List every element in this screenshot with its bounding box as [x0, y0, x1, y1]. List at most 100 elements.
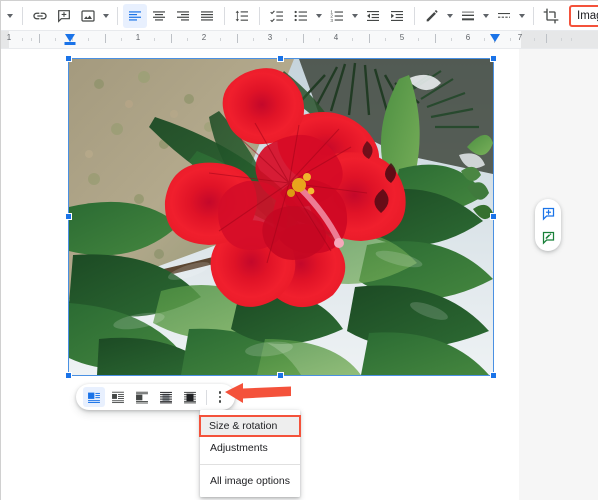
increase-indent-button[interactable]: [385, 4, 409, 28]
ruler-number: 5: [399, 33, 405, 42]
resize-handle-middle-left[interactable]: [65, 213, 72, 220]
crop-icon: [543, 8, 559, 23]
more-vertical-icon-dot: [218, 395, 222, 399]
behind-text-icon: [160, 391, 172, 403]
break-text-button[interactable]: [131, 387, 153, 407]
border-weight-group: [456, 4, 492, 28]
menu-divider: [200, 464, 300, 465]
ruler-tick: [22, 38, 23, 41]
ruler-tick: [187, 38, 188, 41]
insert-link-button[interactable]: [28, 4, 52, 28]
ruler-tick: [451, 38, 452, 41]
align-left-icon: [129, 10, 141, 21]
suggest-edit-side-button[interactable]: [538, 227, 558, 247]
border-color-caret[interactable]: [444, 4, 456, 28]
menu-item-adjustments[interactable]: Adjustments: [200, 437, 300, 459]
suggest-edit-icon: [542, 231, 554, 245]
line-spacing-button[interactable]: [230, 4, 254, 28]
svg-text:3: 3: [330, 18, 333, 23]
more-vertical-icon-dot: [218, 391, 222, 394]
toolbar-divider: [414, 6, 415, 25]
numbered-list-caret[interactable]: [349, 4, 361, 28]
ruler[interactable]: 1 1 2 3 4 5 6 7: [1, 31, 598, 49]
align-right-icon: [177, 10, 189, 21]
ruler-tick: [105, 34, 106, 43]
toolbar-divider: [22, 6, 23, 25]
ruler-tick: [546, 34, 547, 43]
bulleted-list-icon: [294, 10, 307, 21]
chevron-down-icon: [103, 13, 109, 18]
toolbar-overflow-caret[interactable]: [3, 4, 17, 28]
side-action-bar: [535, 199, 561, 251]
ruler-tick: [352, 38, 353, 41]
checklist-icon: [270, 9, 283, 22]
wrap-text-button[interactable]: [107, 387, 129, 407]
decrease-indent-button[interactable]: [361, 4, 385, 28]
top-toolbar: 1 2 3 Ima: [1, 1, 598, 31]
add-comment-icon: [542, 207, 554, 221]
menu-item-size-rotation[interactable]: Size & rotation: [199, 415, 301, 437]
bulleted-list-button[interactable]: [289, 4, 313, 28]
ruler-tick: [319, 38, 320, 41]
insert-image-icon: [81, 9, 95, 22]
border-weight-button[interactable]: [456, 4, 480, 28]
more-image-options-button[interactable]: [211, 387, 229, 407]
align-right-button[interactable]: [171, 4, 195, 28]
resize-handle-top-left[interactable]: [65, 55, 72, 62]
in-front-of-text-button[interactable]: [179, 387, 201, 407]
wrap-text-icon: [112, 391, 124, 403]
left-indent-marker[interactable]: [65, 34, 75, 42]
menu-item-all-image-options[interactable]: All image options: [200, 470, 300, 492]
right-indent-marker[interactable]: [490, 34, 500, 42]
ruler-tick: [571, 38, 572, 41]
ruler-tick: [171, 34, 172, 43]
border-weight-icon: [462, 11, 474, 20]
image-options-button[interactable]: Image options: [569, 4, 598, 27]
insert-image-group: [76, 4, 112, 28]
ruler-tick: [237, 34, 238, 43]
behind-text-button[interactable]: [155, 387, 177, 407]
bulleted-list-group: [289, 4, 325, 28]
ruler-tick: [534, 38, 535, 41]
left-indent-bar[interactable]: [64, 42, 76, 45]
ruler-tick: [303, 34, 304, 43]
in-front-of-text-icon: [184, 391, 196, 403]
ruler-tick: [220, 38, 221, 41]
add-comment-button[interactable]: [52, 4, 76, 28]
insert-image-caret[interactable]: [100, 4, 112, 28]
selected-image-container[interactable]: [65, 55, 497, 379]
border-dash-button[interactable]: [492, 4, 516, 28]
wrap-in-line-button[interactable]: [83, 387, 105, 407]
page-right-margin: [519, 49, 598, 500]
toolbar-divider: [259, 6, 260, 25]
checklist-button[interactable]: [265, 4, 289, 28]
bulleted-list-caret[interactable]: [313, 4, 325, 28]
numbered-list-button[interactable]: 1 2 3: [325, 4, 349, 28]
break-text-icon: [136, 391, 148, 403]
border-weight-caret[interactable]: [480, 4, 492, 28]
align-justify-button[interactable]: [195, 4, 219, 28]
chevron-down-icon: [316, 13, 322, 18]
resize-handle-bottom-left[interactable]: [65, 372, 72, 379]
ruler-track: 1 1 2 3 4 5 6 7: [1, 31, 598, 48]
border-dash-caret[interactable]: [516, 4, 528, 28]
resize-handle-middle-right[interactable]: [490, 213, 497, 220]
ruler-tick: [154, 38, 155, 41]
align-left-button[interactable]: [123, 3, 147, 28]
insert-image-button[interactable]: [76, 4, 100, 28]
ruler-tick: [55, 38, 56, 41]
resize-handle-bottom-right[interactable]: [490, 372, 497, 379]
resize-handle-top-right[interactable]: [490, 55, 497, 62]
crop-image-button[interactable]: [539, 4, 563, 28]
ruler-tick: [484, 38, 485, 41]
hibiscus-photo[interactable]: [69, 59, 493, 375]
align-center-button[interactable]: [147, 4, 171, 28]
resize-handle-top-center[interactable]: [277, 55, 284, 62]
google-docs-image-editor: 1 2 3 Ima 1 1 2 3 4 5 6 7 Size & rotatio…: [0, 0, 598, 500]
resize-handle-bottom-center[interactable]: [277, 372, 284, 379]
add-comment-side-button[interactable]: [538, 203, 558, 223]
ruler-tick: [418, 38, 419, 41]
border-color-button[interactable]: [420, 4, 444, 28]
chevron-down-icon: [447, 13, 453, 18]
border-dash-icon: [498, 12, 510, 18]
